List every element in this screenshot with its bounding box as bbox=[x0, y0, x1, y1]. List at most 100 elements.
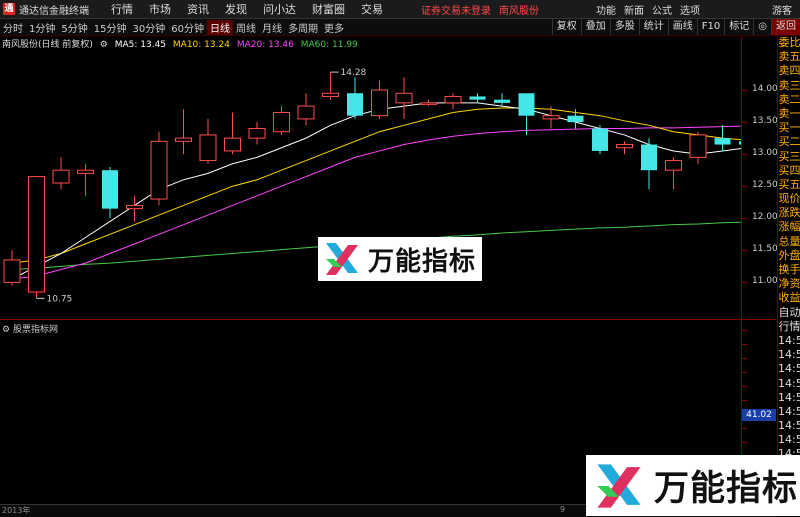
candle-body-up bbox=[3, 259, 21, 283]
candle-body-up bbox=[616, 144, 633, 149]
ma10-label: MA10: 13.24 bbox=[172, 40, 230, 50]
side-panel-item: 委比 bbox=[778, 36, 800, 49]
menu-item-exchange[interactable]: 市场 bbox=[141, 1, 179, 17]
mark-button[interactable]: 标记 bbox=[724, 19, 753, 35]
side-panel-item: 净资 bbox=[778, 277, 800, 291]
price-tick-mark bbox=[742, 186, 747, 188]
low-label: 10.75 bbox=[47, 294, 73, 304]
candle-body-down bbox=[567, 115, 584, 123]
side-panel-item: 外盘 bbox=[778, 248, 800, 262]
candle-body-up bbox=[371, 89, 388, 117]
sub-tick-mark bbox=[742, 442, 747, 443]
title-bar: 通 通达信金融终端 行情 市场 资讯 发现 问小达 财富圈 交易 证券交易未登录… bbox=[0, 0, 800, 19]
candle-body-down bbox=[592, 128, 608, 151]
candle-body-up bbox=[444, 95, 462, 104]
period-tab-daily[interactable]: 日线 bbox=[206, 19, 233, 35]
year-label: 2013年 bbox=[2, 506, 31, 515]
side-panel-item: 买五 bbox=[778, 177, 800, 191]
candle-body-up bbox=[52, 169, 70, 184]
app-logo-icon: 通 bbox=[3, 3, 15, 15]
side-panel-item: 卖三 bbox=[778, 78, 800, 92]
menu-item-wealth[interactable]: 财富圈 bbox=[304, 1, 353, 17]
side-panel-item: 自动 bbox=[778, 305, 800, 319]
period-tab-5min[interactable]: 5分钟 bbox=[58, 20, 90, 35]
price-tick-label: 14.00 bbox=[752, 84, 778, 95]
period-tab-15min[interactable]: 15分钟 bbox=[91, 20, 130, 35]
draw-line-button[interactable]: 画线 bbox=[667, 19, 697, 35]
period-tab-30min[interactable]: 30分钟 bbox=[129, 20, 168, 35]
price-tick-mark bbox=[742, 218, 747, 220]
multi-stock-button[interactable]: 多股 bbox=[609, 19, 639, 35]
candle-body-up bbox=[420, 102, 437, 105]
current-stock-name: 南风股份 bbox=[499, 5, 539, 17]
quote-side-panel: 委比 卖五 卖四 卖三 卖二 卖一 买一 买二 买三 买四 买五 现价 涨跌 涨幅 总量 外盘 换手 净资 收益 自动… bbox=[777, 36, 800, 516]
side-panel-item: 14:58 bbox=[778, 362, 800, 376]
sub-tick-mark bbox=[742, 386, 747, 387]
side-panel-item: 换手 bbox=[778, 263, 800, 276]
side-panel-item: 14:58 bbox=[778, 376, 800, 390]
menu-item-trade[interactable]: 交易 bbox=[353, 1, 391, 17]
period-tab-weekly[interactable]: 周线 bbox=[233, 20, 259, 35]
side-panel-item: 卖二 bbox=[778, 92, 800, 106]
user-label[interactable]: 游客 bbox=[772, 2, 792, 17]
period-tab-more[interactable]: 更多 bbox=[321, 20, 347, 35]
stock-period-label: 南风股份(日线 前复权) bbox=[2, 40, 93, 50]
menu-item-ask[interactable]: 问小达 bbox=[255, 1, 304, 17]
menu-item-market[interactable]: 行情 bbox=[103, 1, 141, 17]
side-panel-item: 卖一 bbox=[778, 106, 800, 120]
side-panel-item: 买一 bbox=[778, 121, 800, 135]
period-tab-multi[interactable]: 多周期 bbox=[285, 20, 321, 35]
ma5-label: MA5: 13.45 bbox=[114, 40, 167, 50]
period-tab-monthly[interactable]: 月线 bbox=[259, 20, 285, 35]
statistics-button[interactable]: 统计 bbox=[638, 19, 668, 35]
menu-new-page[interactable]: 新面 bbox=[620, 2, 648, 17]
period-toolbar: 分时 1分钟 5分钟 15分钟 30分钟 60分钟 日线 周线 月线 多周期 更… bbox=[0, 19, 800, 36]
target-icon[interactable]: ◎ bbox=[753, 19, 771, 35]
candle-body-down bbox=[494, 99, 510, 103]
back-button[interactable]: 返回 bbox=[771, 19, 800, 35]
sub-price-tag: 41.02 bbox=[742, 409, 776, 421]
side-panel-item: 涨幅 bbox=[778, 220, 800, 234]
price-axis: 14.00 13.50 13.00 12.50 12.00 11.50 11.00 bbox=[742, 36, 778, 319]
menu-options[interactable]: 选项 bbox=[676, 2, 704, 17]
menu-item-news[interactable]: 资讯 bbox=[179, 1, 217, 17]
candle-body-up bbox=[175, 137, 192, 142]
candle-body-down bbox=[739, 141, 755, 145]
side-panel-item: 买二 bbox=[778, 135, 800, 149]
price-tick-label: 11.50 bbox=[752, 244, 778, 255]
menu-item-discover[interactable]: 发现 bbox=[217, 1, 255, 17]
sub-tick-mark bbox=[742, 358, 747, 359]
candle-body-down bbox=[641, 144, 657, 171]
period-tab-intraday[interactable]: 分时 bbox=[0, 20, 26, 35]
sub-tick-mark bbox=[742, 400, 747, 401]
sub-settings-icon[interactable]: ⚙ bbox=[2, 325, 13, 335]
login-notice[interactable]: 证券交易未登录 bbox=[421, 2, 491, 17]
candle-body-up bbox=[273, 111, 290, 133]
candle-body-up bbox=[297, 105, 315, 120]
sub-indicator-label[interactable]: ⚙ 股票指标网 bbox=[2, 322, 58, 335]
side-panel-item: 总量 bbox=[778, 234, 800, 248]
watermark-logo-icon bbox=[326, 243, 358, 275]
candle-body-up bbox=[542, 115, 560, 120]
menu-formula[interactable]: 公式 bbox=[648, 2, 676, 17]
period-tab-1min[interactable]: 1分钟 bbox=[26, 20, 58, 35]
app-title: 通达信金融终端 bbox=[19, 5, 89, 17]
menu-function[interactable]: 功能 bbox=[592, 2, 620, 17]
overlay-button[interactable]: 叠加 bbox=[580, 19, 610, 35]
sub-tick-mark bbox=[742, 330, 747, 331]
candle-body-down bbox=[347, 93, 363, 116]
high-label: 14.28 bbox=[341, 68, 367, 78]
period-tab-60min[interactable]: 60分钟 bbox=[168, 20, 207, 35]
side-panel-item: 买三 bbox=[778, 149, 800, 163]
chart-tools: 复权 叠加 多股 统计 画线 F10 标记 ◎ 返回 bbox=[551, 19, 800, 35]
side-panel-item: 14:58 bbox=[778, 390, 800, 404]
price-tick-mark bbox=[742, 282, 747, 284]
ma-legend: 南风股份(日线 前复权) ⚙ MA5: 13.45 MA10: 13.24 MA… bbox=[2, 37, 362, 50]
sub-tick-mark bbox=[742, 372, 747, 373]
side-panel-item: 14:58 bbox=[778, 419, 800, 433]
side-panel-item: 卖五 bbox=[778, 50, 800, 64]
price-tick-label: 12.00 bbox=[752, 212, 778, 223]
ma-settings-icon[interactable]: ⚙ bbox=[100, 40, 108, 50]
f10-button[interactable]: F10 bbox=[696, 19, 724, 35]
adjust-button[interactable]: 复权 bbox=[551, 19, 581, 35]
